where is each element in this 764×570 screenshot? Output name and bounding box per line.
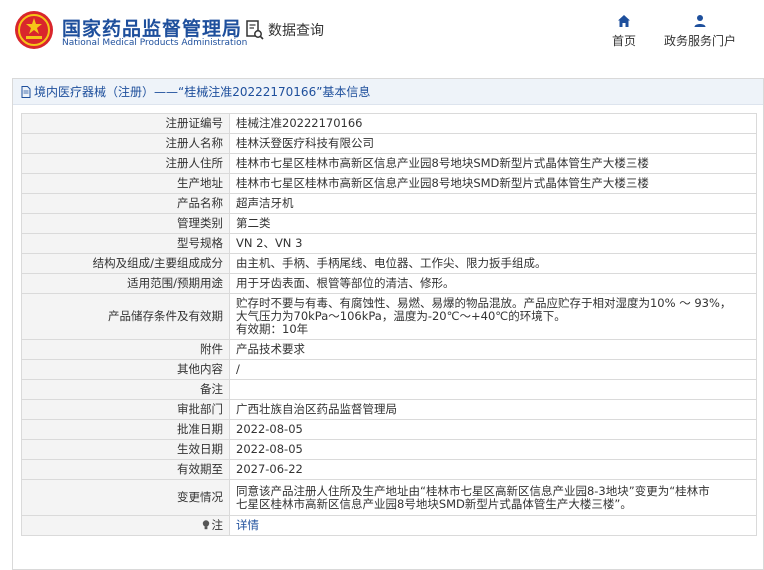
details-link[interactable]: 详情: [236, 518, 259, 532]
data-query-link[interactable]: 数据查询: [246, 20, 324, 40]
row-label: 注: [211, 518, 224, 532]
table-row: 注册人住所 桂林市七星区桂林市高新区信息产业园8号地块SMD新型片式晶体管生产大…: [21, 153, 757, 174]
table-row: 注 详情: [21, 515, 757, 536]
national-emblem-logo[interactable]: [14, 10, 54, 50]
table-row: 其他内容 /: [21, 359, 757, 380]
row-label: 产品储存条件及有效期: [21, 293, 230, 340]
detail-panel: 境内医疗器械（注册）——“桂械注准20222170166”基本信息 注册证编号 …: [12, 78, 764, 570]
note-label-cell: 注: [21, 515, 230, 536]
value-line: 有效期：10年: [236, 322, 309, 336]
row-value: 贮存时不要与有毒、有腐蚀性、易燃、易爆的物品混放。产品应贮存于相对湿度为10% …: [229, 293, 757, 340]
table-row: 注册人名称 桂林沃登医疗科技有限公司: [21, 133, 757, 154]
table-row: 产品储存条件及有效期 贮存时不要与有毒、有腐蚀性、易燃、易爆的物品混放。产品应贮…: [21, 293, 757, 340]
home-icon: [618, 15, 630, 27]
row-label: 附件: [21, 339, 230, 360]
table-row: 适用范围/预期用途 用于牙齿表面、根管等部位的清洁、修形。: [21, 273, 757, 294]
row-label: 变更情况: [21, 479, 230, 516]
row-label: 其他内容: [21, 359, 230, 380]
row-label: 注册人名称: [21, 133, 230, 154]
row-value: 用于牙齿表面、根管等部位的清洁、修形。: [229, 273, 757, 294]
row-value: 桂林市七星区桂林市高新区信息产业园8号地块SMD新型片式晶体管生产大楼三楼: [229, 153, 757, 174]
data-query-label: 数据查询: [268, 23, 324, 39]
row-label: 备注: [21, 379, 230, 400]
row-label: 型号规格: [21, 233, 230, 254]
table-row: 批准日期 2022-08-05: [21, 419, 757, 440]
nav-home-label: 首页: [611, 34, 636, 48]
row-label: 批准日期: [21, 419, 230, 440]
table-row: 注册证编号 桂械注准20222170166: [21, 113, 757, 134]
table-row: 型号规格 VN 2、VN 3: [21, 233, 757, 254]
value-line: 七星区桂林市高新区信息产业园8号地块SMD新型片式晶体管生产大楼三楼”。: [236, 496, 632, 511]
row-value: 2022-08-05: [229, 419, 757, 440]
brand-subtitle: National Medical Products Administration: [62, 38, 248, 48]
row-value: 由主机、手柄、手柄尾线、电位器、工作尖、限力扳手组成。: [229, 253, 757, 274]
row-label: 产品名称: [21, 193, 230, 214]
table-row: 变更情况 同意该产品注册人住所及生产地址由“桂林市七星区高新区信息产业园8-3地…: [21, 479, 757, 516]
panel-title: 境内医疗器械（注册）——“桂械注准20222170166”基本信息: [34, 85, 371, 99]
value-line: 同意该产品注册人住所及生产地址由“桂林市七星区高新区信息产业园8-3地块”变更为…: [236, 483, 710, 498]
row-label: 适用范围/预期用途: [21, 273, 230, 294]
panel-header: 境内医疗器械（注册）——“桂械注准20222170166”基本信息: [13, 79, 763, 105]
table-row: 备注: [21, 379, 757, 400]
row-value: 桂林沃登医疗科技有限公司: [229, 133, 757, 154]
row-value: 桂林市七星区桂林市高新区信息产业园8号地块SMD新型片式晶体管生产大楼三楼: [229, 173, 757, 194]
table-row: 结构及组成/主要组成成分 由主机、手柄、手柄尾线、电位器、工作尖、限力扳手组成。: [21, 253, 757, 274]
user-icon: [694, 15, 706, 27]
nav-home[interactable]: 首页: [606, 14, 642, 49]
row-value: 广西壮族自治区药品监督管理局: [229, 399, 757, 420]
row-label: 生效日期: [21, 439, 230, 460]
registration-info-table: 注册证编号 桂械注准20222170166 注册人名称 桂林沃登医疗科技有限公司…: [21, 113, 757, 536]
table-row: 审批部门 广西壮族自治区药品监督管理局: [21, 399, 757, 420]
row-value: 产品技术要求: [229, 339, 757, 360]
row-value: [229, 379, 757, 400]
row-value: 超声洁牙机: [229, 193, 757, 214]
table-row: 附件 产品技术要求: [21, 339, 757, 360]
document-icon: [21, 85, 31, 98]
site-header: 国家药品监督管理局 National Medical Products Admi…: [0, 0, 764, 68]
row-value: 详情: [229, 515, 757, 536]
table-row: 有效期至 2027-06-22: [21, 459, 757, 480]
row-label: 注册人住所: [21, 153, 230, 174]
row-value: 第二类: [229, 213, 757, 234]
row-label: 注册证编号: [21, 113, 230, 134]
row-value: 2022-08-05: [229, 439, 757, 460]
row-label: 生产地址: [21, 173, 230, 194]
row-label: 审批部门: [21, 399, 230, 420]
row-value: /: [229, 359, 757, 380]
lightbulb-icon: [202, 520, 209, 530]
row-value: 桂械注准20222170166: [229, 113, 757, 134]
nav-service-portal[interactable]: 政务服务门户: [660, 14, 740, 49]
table-row: 管理类别 第二类: [21, 213, 757, 234]
table-row: 生产地址 桂林市七星区桂林市高新区信息产业园8号地块SMD新型片式晶体管生产大楼…: [21, 173, 757, 194]
row-label: 结构及组成/主要组成成分: [21, 253, 230, 274]
row-value: 同意该产品注册人住所及生产地址由“桂林市七星区高新区信息产业园8-3地块”变更为…: [229, 479, 757, 516]
row-label: 有效期至: [21, 459, 230, 480]
search-document-icon: [246, 20, 264, 40]
row-value: VN 2、VN 3: [229, 233, 757, 254]
nav-service-portal-label: 政务服务门户: [663, 34, 736, 48]
value-line: 大气压力为70kPa～106kPa，温度为-20℃～+40℃的环境下。: [236, 309, 566, 323]
brand-title: 国家药品监督管理局: [62, 18, 243, 40]
table-row: 产品名称 超声洁牙机: [21, 193, 757, 214]
row-label: 管理类别: [21, 213, 230, 234]
row-value: 2027-06-22: [229, 459, 757, 480]
table-row: 生效日期 2022-08-05: [21, 439, 757, 460]
